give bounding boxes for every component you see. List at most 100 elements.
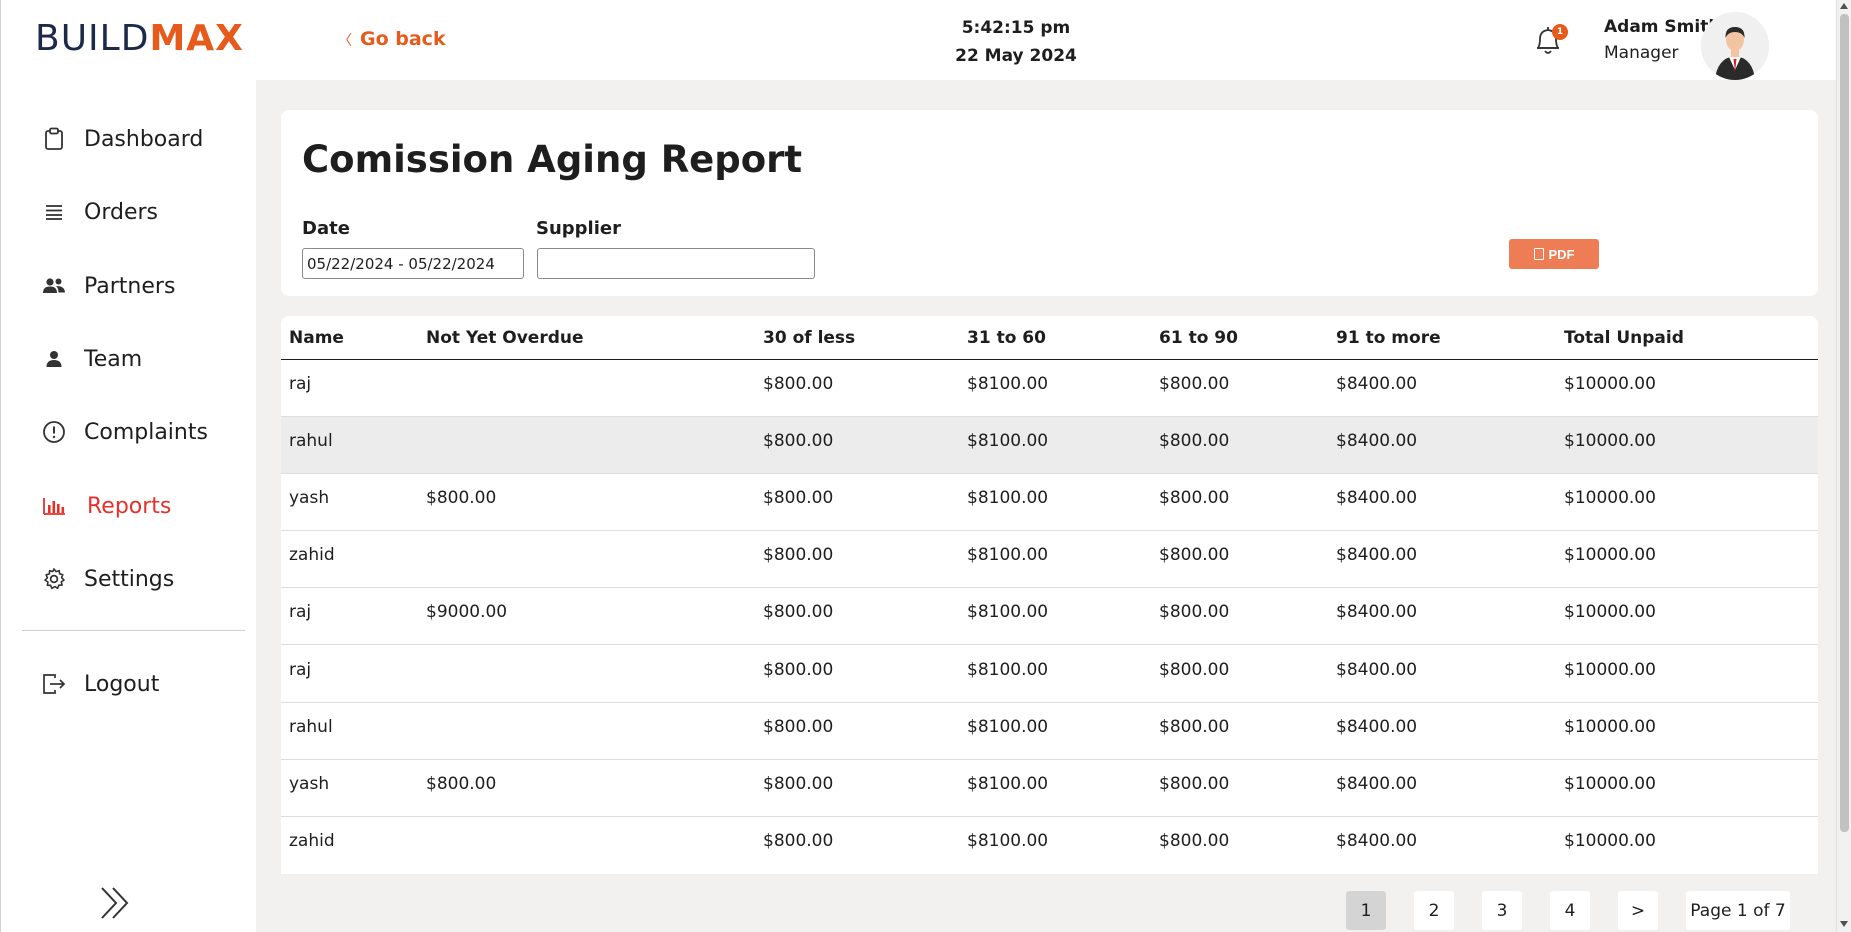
cell-name: rahul bbox=[289, 431, 333, 451]
cell-name: zahid bbox=[289, 545, 335, 565]
cell-name: yash bbox=[289, 774, 330, 794]
cell-30-or-less: $800.00 bbox=[763, 431, 834, 451]
go-back-link[interactable]: 〈 Go back bbox=[338, 28, 446, 50]
column-header-total-unpaid: Total Unpaid bbox=[1564, 328, 1684, 348]
top-header: 〈 Go back 5:42:15 pm 22 May 2024 1 Adam S… bbox=[256, 0, 1836, 80]
cell-30-or-less: $800.00 bbox=[763, 660, 834, 680]
cell-30-or-less: $800.00 bbox=[763, 488, 834, 508]
cell-total-unpaid: $10000.00 bbox=[1564, 431, 1656, 451]
logout-icon bbox=[41, 671, 67, 697]
double-chevron-right-icon[interactable] bbox=[99, 885, 133, 921]
cell-91-to-more: $8400.00 bbox=[1336, 545, 1418, 565]
cell-not-yet-overdue: $9000.00 bbox=[426, 602, 508, 622]
page-button-1[interactable]: 1 bbox=[1346, 891, 1386, 930]
person-icon bbox=[41, 346, 67, 372]
cell-61-to-90: $800.00 bbox=[1159, 431, 1230, 451]
cell-30-or-less: $800.00 bbox=[763, 374, 834, 394]
cell-91-to-more: $8400.00 bbox=[1336, 774, 1418, 794]
datetime-display: 5:42:15 pm 22 May 2024 bbox=[916, 14, 1116, 70]
supplier-label: Supplier bbox=[536, 218, 621, 239]
sidebar-item-partners[interactable]: Partners bbox=[1, 259, 257, 313]
column-header-not-yet-overdue: Not Yet Overdue bbox=[426, 328, 584, 348]
clipboard-icon bbox=[41, 126, 67, 152]
cell-61-to-90: $800.00 bbox=[1159, 488, 1230, 508]
pdf-button-label: PDF bbox=[1548, 246, 1575, 262]
table-row[interactable]: raj $9000.00 $800.00 $8100.00 $800.00 $8… bbox=[281, 588, 1818, 645]
cell-total-unpaid: $10000.00 bbox=[1564, 660, 1656, 680]
alert-circle-icon bbox=[41, 419, 67, 445]
cell-31-to-60: $8100.00 bbox=[967, 431, 1049, 451]
cell-31-to-60: $8100.00 bbox=[967, 831, 1049, 851]
chevron-left-icon: 〈 bbox=[338, 33, 352, 49]
scroll-up-arrow-icon[interactable] bbox=[1840, 3, 1848, 9]
sidebar-item-label: Team bbox=[84, 346, 143, 372]
sidebar-item-settings[interactable]: Settings bbox=[1, 552, 257, 606]
cell-30-or-less: $800.00 bbox=[763, 831, 834, 851]
cell-61-to-90: $800.00 bbox=[1159, 831, 1230, 851]
cell-30-or-less: $800.00 bbox=[763, 545, 834, 565]
cell-name: zahid bbox=[289, 831, 335, 851]
page-button-2[interactable]: 2 bbox=[1414, 891, 1454, 930]
cell-total-unpaid: $10000.00 bbox=[1564, 831, 1656, 851]
avatar[interactable] bbox=[1701, 12, 1769, 80]
sidebar-item-team[interactable]: Team bbox=[1, 332, 257, 386]
sidebar-item-label: Complaints bbox=[84, 419, 208, 445]
cell-total-unpaid: $10000.00 bbox=[1564, 774, 1656, 794]
cell-31-to-60: $8100.00 bbox=[967, 374, 1049, 394]
sidebar-item-logout[interactable]: Logout bbox=[1, 657, 257, 711]
cell-91-to-more: $8400.00 bbox=[1336, 374, 1418, 394]
cell-30-or-less: $800.00 bbox=[763, 602, 834, 622]
date-range-input[interactable] bbox=[302, 248, 524, 279]
sidebar-item-reports[interactable]: Reports bbox=[1, 479, 257, 533]
table-row[interactable]: raj $800.00 $8100.00 $800.00 $8400.00 $1… bbox=[281, 646, 1818, 703]
date-label: Date bbox=[302, 218, 350, 239]
user-role: Manager bbox=[1604, 43, 1679, 63]
column-header-91-to-more: 91 to more bbox=[1336, 328, 1441, 348]
report-filter-card: Comission Aging Report Date Supplier PDF bbox=[281, 110, 1818, 296]
cell-61-to-90: $800.00 bbox=[1159, 660, 1230, 680]
notification-bell[interactable]: 1 bbox=[1533, 22, 1568, 62]
cell-61-to-90: $800.00 bbox=[1159, 774, 1230, 794]
cell-61-to-90: $800.00 bbox=[1159, 545, 1230, 565]
table-row[interactable]: zahid $800.00 $8100.00 $800.00 $8400.00 … bbox=[281, 817, 1818, 874]
cell-31-to-60: $8100.00 bbox=[967, 545, 1049, 565]
sidebar-item-orders[interactable]: Orders bbox=[1, 185, 257, 239]
cell-91-to-more: $8400.00 bbox=[1336, 602, 1418, 622]
partners-icon bbox=[41, 273, 67, 299]
sidebar-divider bbox=[22, 630, 245, 631]
cell-61-to-90: $800.00 bbox=[1159, 374, 1230, 394]
table-row[interactable]: yash $800.00 $800.00 $8100.00 $800.00 $8… bbox=[281, 474, 1818, 531]
gear-icon bbox=[41, 566, 67, 592]
cell-total-unpaid: $10000.00 bbox=[1564, 488, 1656, 508]
column-header-31-to-60: 31 to 60 bbox=[967, 328, 1046, 348]
supplier-input[interactable] bbox=[537, 248, 815, 279]
cell-total-unpaid: $10000.00 bbox=[1564, 374, 1656, 394]
sidebar-item-dashboard[interactable]: Dashboard bbox=[1, 112, 257, 166]
cell-30-or-less: $800.00 bbox=[763, 774, 834, 794]
scroll-down-arrow-icon[interactable] bbox=[1840, 921, 1848, 927]
sidebar-item-label: Partners bbox=[84, 273, 176, 299]
table-row[interactable]: raj $800.00 $8100.00 $800.00 $8400.00 $1… bbox=[281, 360, 1818, 417]
cell-total-unpaid: $10000.00 bbox=[1564, 717, 1656, 737]
page-scrollbar[interactable] bbox=[1836, 0, 1851, 932]
table-row[interactable]: rahul $800.00 $8100.00 $800.00 $8400.00 … bbox=[281, 417, 1818, 474]
sidebar-item-label: Logout bbox=[84, 671, 160, 697]
sidebar-item-complaints[interactable]: Complaints bbox=[1, 405, 257, 459]
cell-not-yet-overdue: $800.00 bbox=[426, 774, 497, 794]
page-button-3[interactable]: 3 bbox=[1482, 891, 1522, 930]
sidebar-item-label: Settings bbox=[84, 566, 175, 592]
scroll-thumb[interactable] bbox=[1840, 14, 1849, 832]
table-row[interactable]: rahul $800.00 $8100.00 $800.00 $8400.00 … bbox=[281, 703, 1818, 760]
logo-part-max: MAX bbox=[149, 18, 244, 59]
pdf-export-button[interactable]: PDF bbox=[1509, 239, 1599, 269]
list-icon bbox=[41, 199, 67, 225]
notification-badge: 1 bbox=[1552, 24, 1568, 40]
next-page-button[interactable]: > bbox=[1618, 891, 1658, 930]
cell-91-to-more: $8400.00 bbox=[1336, 431, 1418, 451]
table-row[interactable]: zahid $800.00 $8100.00 $800.00 $8400.00 … bbox=[281, 531, 1818, 588]
table-row[interactable]: yash $800.00 $800.00 $8100.00 $800.00 $8… bbox=[281, 760, 1818, 817]
column-header-30-or-less: 30 of less bbox=[763, 328, 856, 348]
file-pdf-icon bbox=[1533, 248, 1544, 260]
page-button-4[interactable]: 4 bbox=[1550, 891, 1590, 930]
buildmax-logo[interactable]: BUILDMAX bbox=[35, 18, 244, 59]
